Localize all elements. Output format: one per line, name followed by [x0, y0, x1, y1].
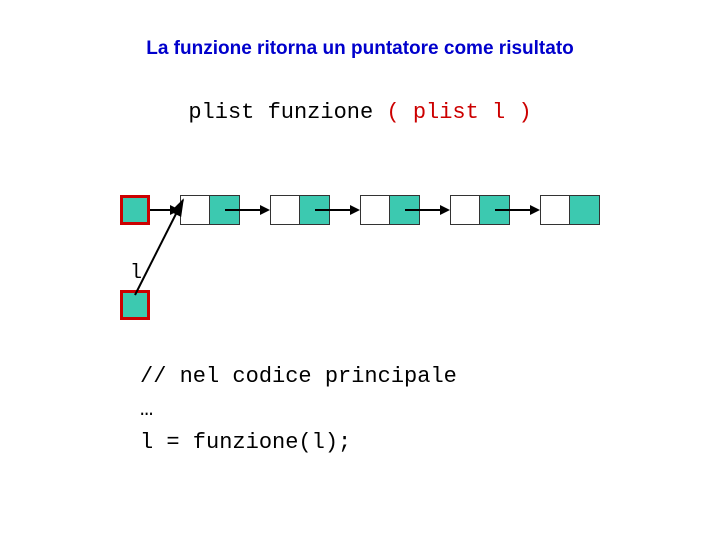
- code-line-assignment: l = funzione(l);: [140, 426, 457, 459]
- pointer-diagonal-line: [0, 0, 720, 540]
- code-block: // nel codice principale … l = funzione(…: [140, 360, 457, 459]
- code-line-comment: // nel codice principale: [140, 360, 457, 393]
- code-line-ellipsis: …: [140, 393, 457, 426]
